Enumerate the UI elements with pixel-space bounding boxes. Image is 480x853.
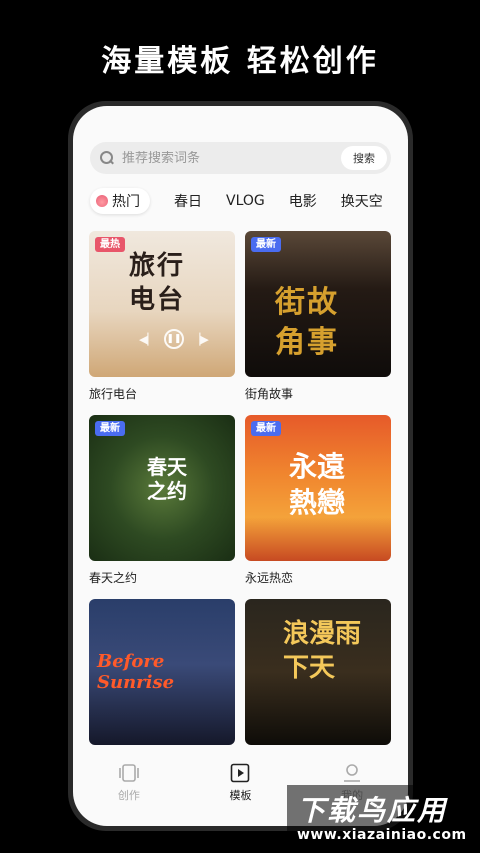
status-badge: 最新 bbox=[251, 237, 281, 252]
search-button[interactable]: 搜索 bbox=[341, 146, 387, 170]
profile-icon bbox=[344, 764, 361, 782]
thumbnail-art-text: 浪漫雨 下天 bbox=[283, 619, 362, 683]
search-input[interactable] bbox=[122, 150, 341, 166]
template-card[interactable]: 永遠 熱戀 最新 永远热恋 bbox=[245, 415, 391, 586]
template-thumbnail[interactable]: 春天 之约 最新 bbox=[89, 415, 235, 561]
template-thumbnail[interactable]: Before Sunrise bbox=[89, 599, 235, 745]
template-card[interactable]: 浪漫雨 下天 bbox=[245, 599, 391, 745]
template-thumbnail[interactable]: 浪漫雨 下天 bbox=[245, 599, 391, 745]
thumbnail-art-text: Before Sunrise bbox=[97, 651, 175, 693]
template-title: 春天之约 bbox=[89, 571, 138, 585]
category-tabs: 热门 春日 VLOG 电影 换天空 bbox=[90, 186, 408, 216]
tab-movie[interactable]: 电影 bbox=[289, 191, 317, 211]
template-icon bbox=[231, 763, 250, 783]
phone-frame: 搜索 热门 春日 VLOG 电影 换天空 旅行电台 ◀︎▏ ❚❚ ▕▶︎ bbox=[68, 101, 413, 831]
tab-sky[interactable]: 换天空 bbox=[341, 191, 383, 211]
template-card[interactable]: 街故 角事 最新 街角故事 bbox=[245, 231, 391, 402]
template-title: 永远热恋 bbox=[245, 571, 294, 585]
template-card[interactable]: Before Sunrise bbox=[89, 599, 235, 745]
fire-icon bbox=[96, 195, 108, 207]
watermark: 下载鸟应用 www.xiazainiao.com bbox=[287, 785, 480, 853]
status-badge: 最新 bbox=[251, 421, 281, 436]
thumbnail-art-text: 街故 角事 bbox=[275, 285, 339, 360]
thumbnail-art-text: 旅行 电台 bbox=[129, 251, 186, 315]
watermark-url: www.xiazainiao.com bbox=[297, 827, 467, 843]
tab-vlog[interactable]: VLOG bbox=[226, 193, 265, 209]
template-thumbnail[interactable]: 旅行 电台 ◀︎▏ ❚❚ ▕▶︎ 最热 bbox=[89, 231, 235, 377]
template-thumbnail[interactable]: 街故 角事 最新 bbox=[245, 231, 391, 377]
app-screen: 搜索 热门 春日 VLOG 电影 换天空 旅行电台 ◀︎▏ ❚❚ ▕▶︎ bbox=[73, 106, 408, 826]
template-title: 旅行电台 bbox=[89, 387, 138, 401]
nav-label: 创作 bbox=[117, 789, 140, 802]
thumbnail-art-text: 春天 之约 bbox=[147, 455, 187, 503]
prev-icon[interactable]: ◀︎▏ bbox=[139, 333, 156, 346]
tab-label: 热门 bbox=[112, 194, 140, 210]
next-icon[interactable]: ▕▶︎ bbox=[192, 333, 209, 346]
audio-player: ◀︎▏ ❚❚ ▕▶︎ bbox=[139, 329, 209, 349]
thumbnail-art-text: 永遠 熱戀 bbox=[289, 450, 346, 519]
headline: 海量模板 轻松创作 bbox=[101, 44, 379, 79]
template-thumbnail[interactable]: 永遠 熱戀 最新 bbox=[245, 415, 391, 561]
tab-hot[interactable]: 热门 bbox=[90, 188, 150, 214]
template-card[interactable]: 旅行 电台 ◀︎▏ ❚❚ ▕▶︎ 最热 旅行电台 bbox=[89, 231, 235, 402]
nav-label: 模板 bbox=[229, 789, 252, 802]
create-icon bbox=[119, 764, 139, 782]
search-icon bbox=[100, 151, 114, 165]
nav-template[interactable]: 模板 bbox=[200, 762, 280, 803]
nav-create[interactable]: 创作 bbox=[89, 762, 169, 803]
watermark-logo: 下载鸟应用 bbox=[297, 794, 448, 827]
search-bar[interactable]: 搜索 bbox=[90, 142, 391, 174]
template-title: 街角故事 bbox=[245, 387, 294, 401]
tab-spring[interactable]: 春日 bbox=[174, 191, 202, 211]
status-badge: 最新 bbox=[95, 421, 125, 436]
status-badge: 最热 bbox=[95, 237, 125, 252]
template-card[interactable]: 春天 之约 最新 春天之约 bbox=[89, 415, 235, 586]
pause-icon[interactable]: ❚❚ bbox=[163, 329, 184, 349]
